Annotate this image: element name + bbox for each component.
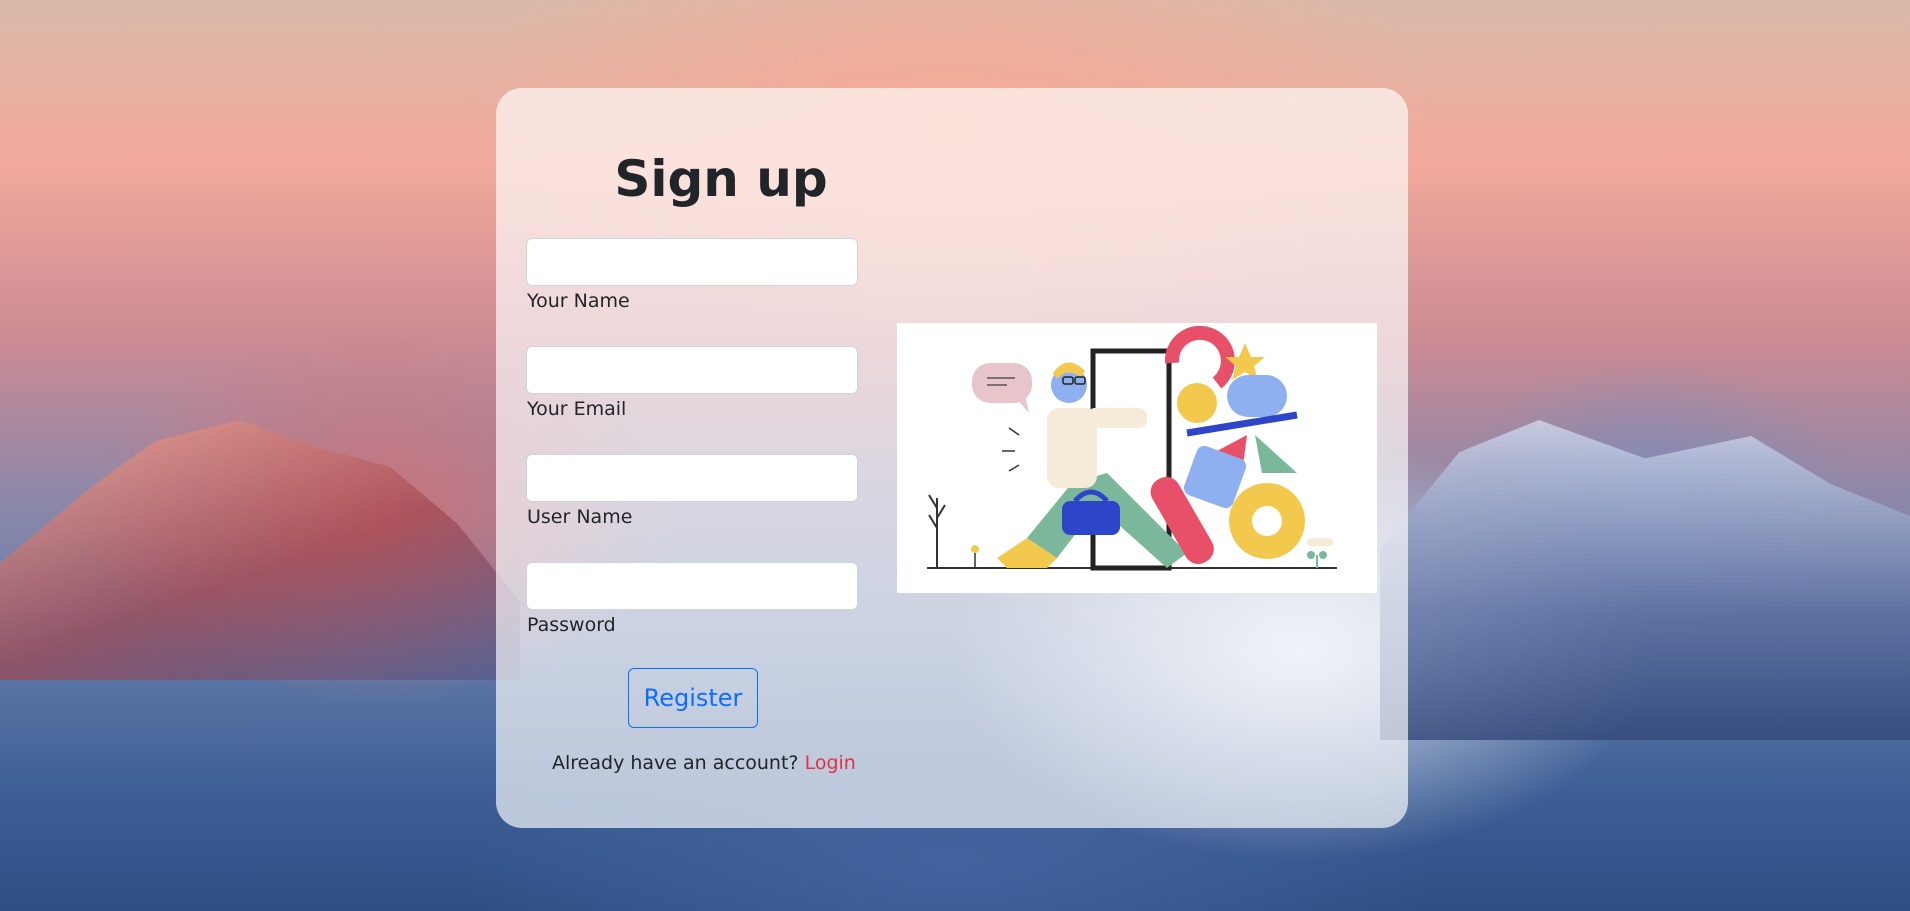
name-input[interactable] <box>526 238 858 286</box>
username-input[interactable] <box>526 454 858 502</box>
speech-bubble-icon <box>972 363 1032 413</box>
login-prompt-text: Already have an account? <box>552 752 799 774</box>
username-label: User Name <box>527 506 633 528</box>
page-title: Sign up <box>614 150 828 208</box>
signup-card: Sign up Your Name Your Email User Name P… <box>496 88 1408 828</box>
password-label: Password <box>527 614 616 636</box>
password-input[interactable] <box>526 562 858 610</box>
signup-illustration <box>897 323 1377 593</box>
email-input[interactable] <box>526 346 858 394</box>
name-label: Your Name <box>527 290 630 312</box>
login-link[interactable]: Login <box>805 752 856 774</box>
register-button[interactable]: Register <box>628 668 758 728</box>
email-label: Your Email <box>527 398 627 420</box>
login-prompt-line: Already have an account? Login <box>552 752 856 774</box>
abstract-shapes-icon <box>1150 325 1333 568</box>
plant-left-icon <box>928 494 979 568</box>
person-with-shapes-illustration <box>927 325 1337 571</box>
